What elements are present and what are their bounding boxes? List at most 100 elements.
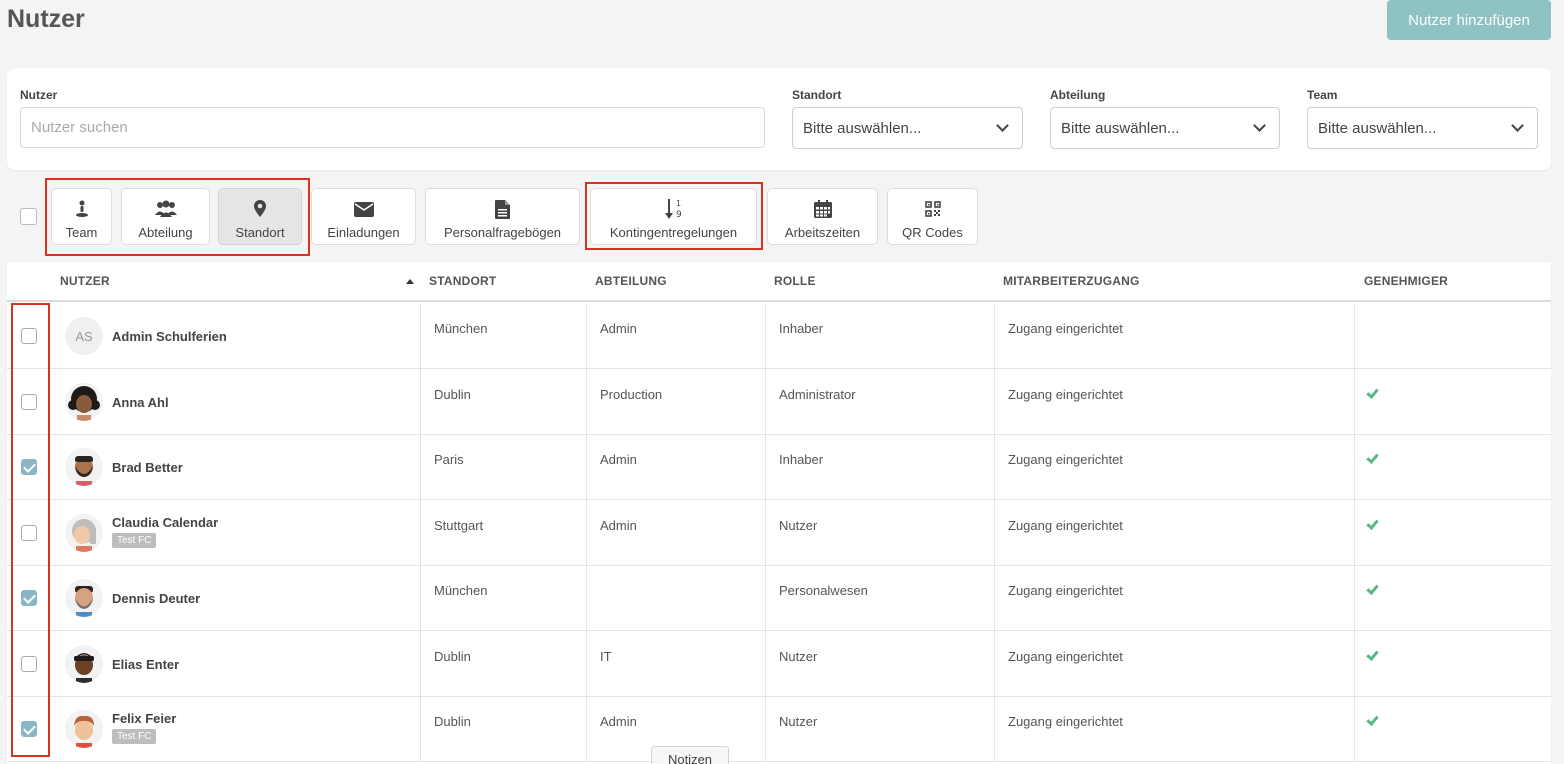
envelope-icon bbox=[353, 198, 374, 220]
access-cell: Zugang eingerichtet bbox=[1008, 648, 1123, 664]
approver-check-icon bbox=[1366, 451, 1379, 464]
row-checkbox[interactable] bbox=[21, 721, 37, 737]
column-divider bbox=[420, 499, 421, 566]
work-hours-button[interactable]: Arbeitszeiten bbox=[767, 188, 878, 245]
avatar bbox=[65, 579, 103, 617]
quota-rules-button[interactable]: 19 Kontingentregelungen bbox=[590, 188, 757, 245]
user-badge: Test FC bbox=[112, 532, 157, 548]
sort-numeric-icon: 19 bbox=[664, 198, 683, 220]
column-header-location[interactable]: STANDORT bbox=[429, 274, 496, 288]
role-cell: Administrator bbox=[779, 386, 856, 402]
column-header-department[interactable]: ABTEILUNG bbox=[595, 274, 667, 288]
table-row[interactable]: Felix Feier Test FC Dublin Admin Nutzer Zugan… bbox=[7, 696, 1551, 762]
column-header-approver[interactable]: GENEHMIGER bbox=[1364, 274, 1448, 288]
access-cell: Zugang eingerichtet bbox=[1008, 386, 1123, 402]
page-title: Nutzer bbox=[7, 5, 85, 33]
select-all-checkbox[interactable] bbox=[20, 208, 37, 225]
table-row[interactable]: Elias Enter Dublin IT Nutzer Zugang eingeric… bbox=[7, 630, 1551, 697]
department-button-label: Abteilung bbox=[138, 225, 193, 240]
avatar bbox=[65, 448, 103, 486]
column-divider bbox=[765, 368, 766, 435]
location-button-label: Standort bbox=[235, 225, 285, 240]
person-icon bbox=[75, 198, 89, 220]
table-row[interactable]: Claudia Calendar Test FC Stuttgart Admin Nut… bbox=[7, 499, 1551, 566]
avatar bbox=[65, 382, 103, 421]
column-divider bbox=[994, 499, 995, 566]
column-divider bbox=[1354, 303, 1355, 369]
chevron-down-icon bbox=[1253, 119, 1266, 132]
column-divider bbox=[420, 303, 421, 369]
department-cell: Admin bbox=[600, 452, 637, 467]
chevron-down-icon bbox=[996, 119, 1009, 132]
department-select-value: Bitte auswählen... bbox=[1061, 119, 1180, 137]
location-select-value: Bitte auswählen... bbox=[803, 119, 922, 137]
invitations-button-label: Einladungen bbox=[327, 225, 400, 240]
sort-ascending-icon[interactable] bbox=[406, 279, 414, 284]
user-name[interactable]: Dennis Deuter bbox=[112, 591, 200, 606]
department-button[interactable]: Abteilung bbox=[121, 188, 210, 245]
department-select[interactable]: Bitte auswählen... bbox=[1050, 107, 1280, 149]
users-icon bbox=[154, 198, 177, 220]
department-cell: Admin bbox=[600, 321, 637, 336]
row-checkbox[interactable] bbox=[21, 524, 37, 541]
access-cell: Zugang eingerichtet bbox=[1008, 452, 1123, 467]
column-header-user[interactable]: NUTZER bbox=[60, 274, 110, 288]
calendar-icon bbox=[813, 198, 832, 220]
column-divider bbox=[1354, 434, 1355, 500]
user-name[interactable]: Claudia Calendar bbox=[112, 515, 218, 530]
row-checkbox[interactable] bbox=[21, 459, 37, 475]
table-row[interactable]: Dennis Deuter München Personalwesen Zugang … bbox=[7, 565, 1551, 631]
table-row[interactable]: Anna Ahl Dublin Production Administrator Zug… bbox=[7, 368, 1551, 435]
access-cell: Zugang eingerichtet bbox=[1008, 714, 1123, 729]
row-checkbox[interactable] bbox=[21, 328, 37, 344]
column-header-role[interactable]: ROLLE bbox=[774, 274, 816, 288]
table-row[interactable]: AS Admin Schulferien München Admin Inhaber Zu… bbox=[7, 303, 1551, 369]
column-divider bbox=[765, 499, 766, 566]
column-divider bbox=[994, 630, 995, 697]
column-divider bbox=[994, 565, 995, 631]
user-name[interactable]: Admin Schulferien bbox=[112, 329, 227, 344]
department-cell: Admin bbox=[600, 714, 637, 729]
notes-tab[interactable]: Notizen bbox=[651, 746, 729, 764]
column-divider bbox=[994, 303, 995, 369]
team-select-value: Bitte auswählen... bbox=[1318, 119, 1437, 137]
avatar: AS bbox=[65, 317, 103, 355]
quota-rules-button-label: Kontingentregelungen bbox=[609, 225, 738, 240]
user-search-input[interactable]: Nutzer suchen bbox=[20, 107, 765, 148]
user-name[interactable]: Brad Better bbox=[112, 460, 183, 475]
column-divider bbox=[765, 434, 766, 500]
svg-text:9: 9 bbox=[676, 210, 682, 220]
team-select[interactable]: Bitte auswählen... bbox=[1307, 107, 1538, 149]
column-divider bbox=[765, 303, 766, 369]
department-cell: Admin bbox=[600, 517, 637, 533]
chevron-down-icon bbox=[1511, 119, 1524, 132]
questionnaires-button[interactable]: Personalfragebögen bbox=[425, 188, 580, 245]
row-checkbox[interactable] bbox=[21, 393, 37, 410]
user-name[interactable]: Elias Enter bbox=[112, 657, 179, 672]
location-button[interactable]: Standort bbox=[218, 188, 302, 245]
column-divider bbox=[586, 499, 587, 566]
team-filter-label: Team bbox=[1307, 88, 1338, 102]
team-button[interactable]: Team bbox=[51, 188, 112, 245]
row-checkbox[interactable] bbox=[21, 655, 37, 672]
column-header-access[interactable]: MITARBEITERZUGANG bbox=[1003, 274, 1140, 288]
column-divider bbox=[420, 696, 421, 762]
user-name[interactable]: Anna Ahl bbox=[112, 395, 169, 410]
role-cell: Nutzer bbox=[779, 648, 818, 664]
column-divider bbox=[420, 630, 421, 697]
qr-codes-button[interactable]: QR Codes bbox=[887, 188, 978, 245]
filter-panel: Nutzer Nutzer suchen Standort Bitte ausw… bbox=[7, 68, 1551, 170]
invitations-button[interactable]: Einladungen bbox=[311, 188, 416, 245]
user-name[interactable]: Felix Feier bbox=[112, 711, 176, 726]
column-divider bbox=[420, 434, 421, 500]
row-checkbox[interactable] bbox=[21, 590, 37, 606]
column-divider bbox=[1354, 630, 1355, 697]
avatar bbox=[65, 644, 103, 683]
location-select[interactable]: Bitte auswählen... bbox=[792, 107, 1023, 149]
add-user-button[interactable]: Nutzer hinzufügen bbox=[1387, 0, 1551, 40]
work-hours-button-label: Arbeitszeiten bbox=[784, 225, 861, 240]
questionnaires-button-label: Personalfragebögen bbox=[443, 225, 562, 240]
location-cell: Paris bbox=[434, 452, 464, 467]
table-row[interactable]: Brad Better Paris Admin Inhaber Zugang einge… bbox=[7, 434, 1551, 500]
column-divider bbox=[586, 434, 587, 500]
